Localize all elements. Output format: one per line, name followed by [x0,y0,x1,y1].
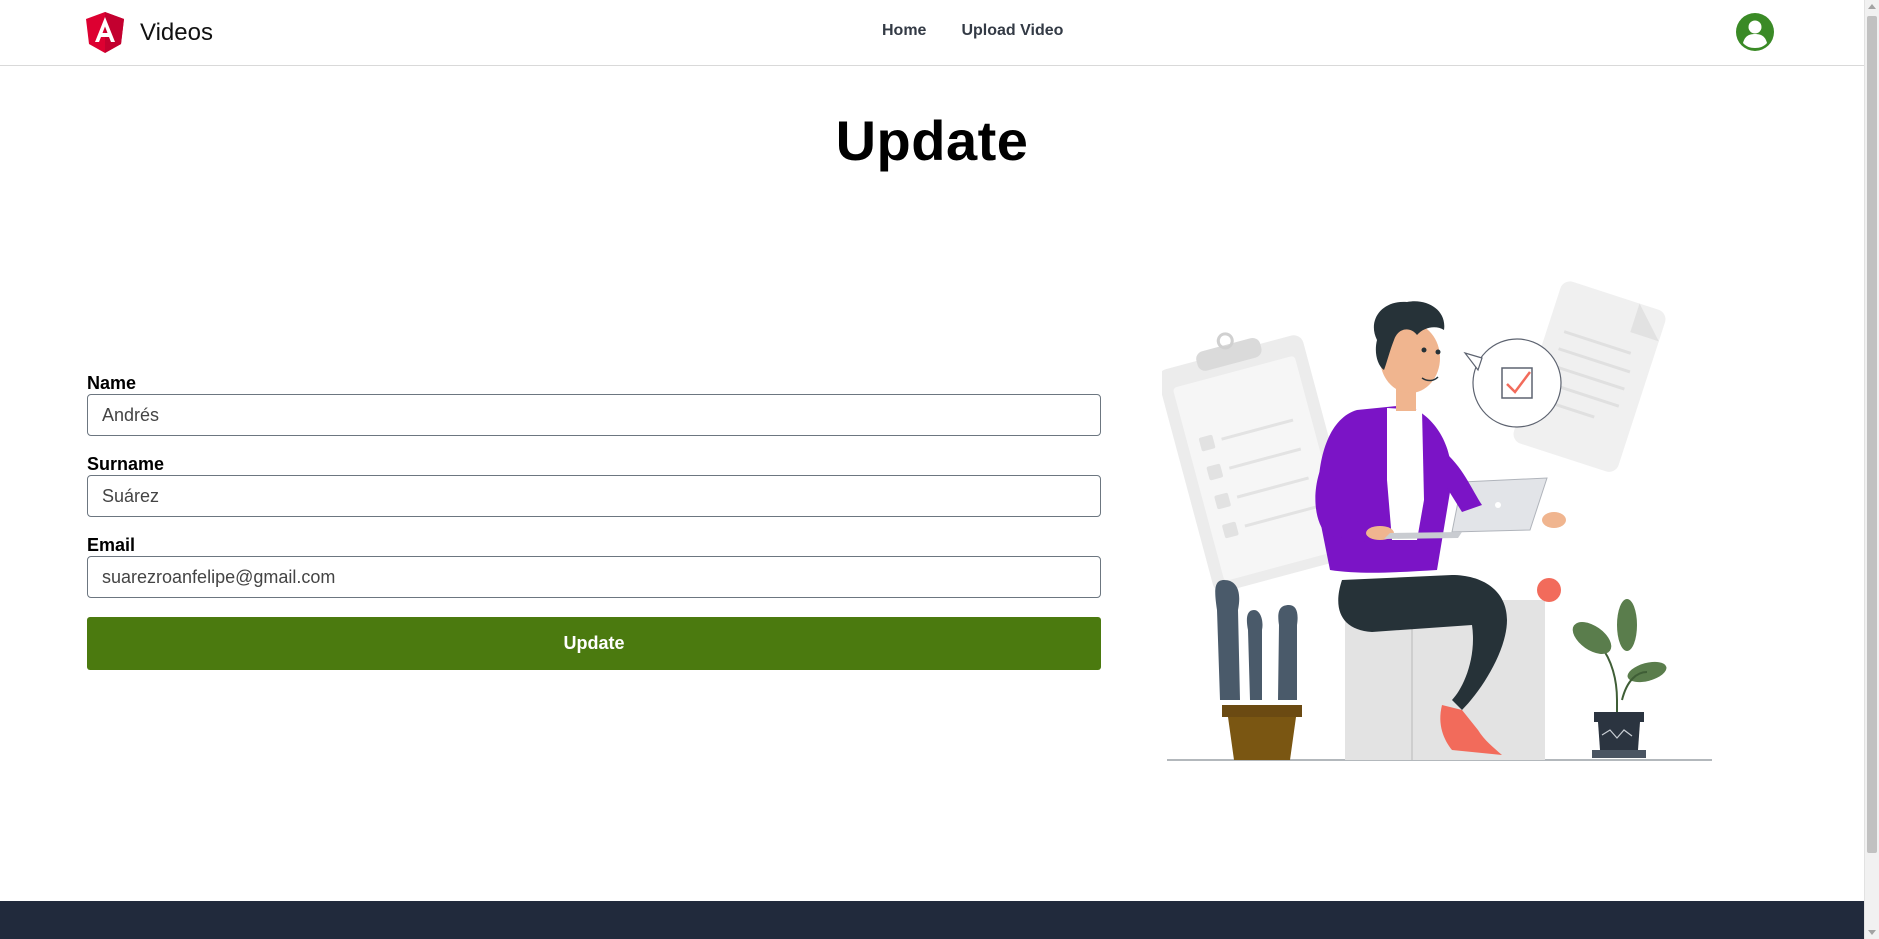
scroll-down-icon[interactable] [1868,930,1876,935]
name-label: Name [87,373,137,393]
nav-link-upload-video[interactable]: Upload Video [961,22,1063,40]
email-input[interactable] [87,556,1101,598]
surname-input[interactable] [87,475,1101,517]
nav-link-home[interactable]: Home [882,22,926,40]
name-input[interactable] [87,394,1101,436]
update-form: Name Surname Email Update [87,372,1101,670]
scroll-up-icon[interactable] [1868,4,1876,9]
footer [0,901,1864,939]
surname-label: Surname [87,454,165,474]
user-avatar-icon[interactable] [1735,12,1775,52]
nav-links: Home Upload Video [882,22,1063,40]
update-button[interactable]: Update [87,617,1101,670]
vertical-scrollbar[interactable] [1864,0,1879,939]
brand[interactable]: Videos [86,12,213,53]
brand-title: Videos [140,18,213,46]
page-title: Update [835,109,1029,172]
scrollbar-thumb[interactable] [1867,16,1877,853]
email-label: Email [87,535,136,555]
angular-logo-icon [86,12,124,53]
person-with-laptop-illustration [1162,281,1712,761]
top-navbar: Videos Home Upload Video [0,0,1864,66]
